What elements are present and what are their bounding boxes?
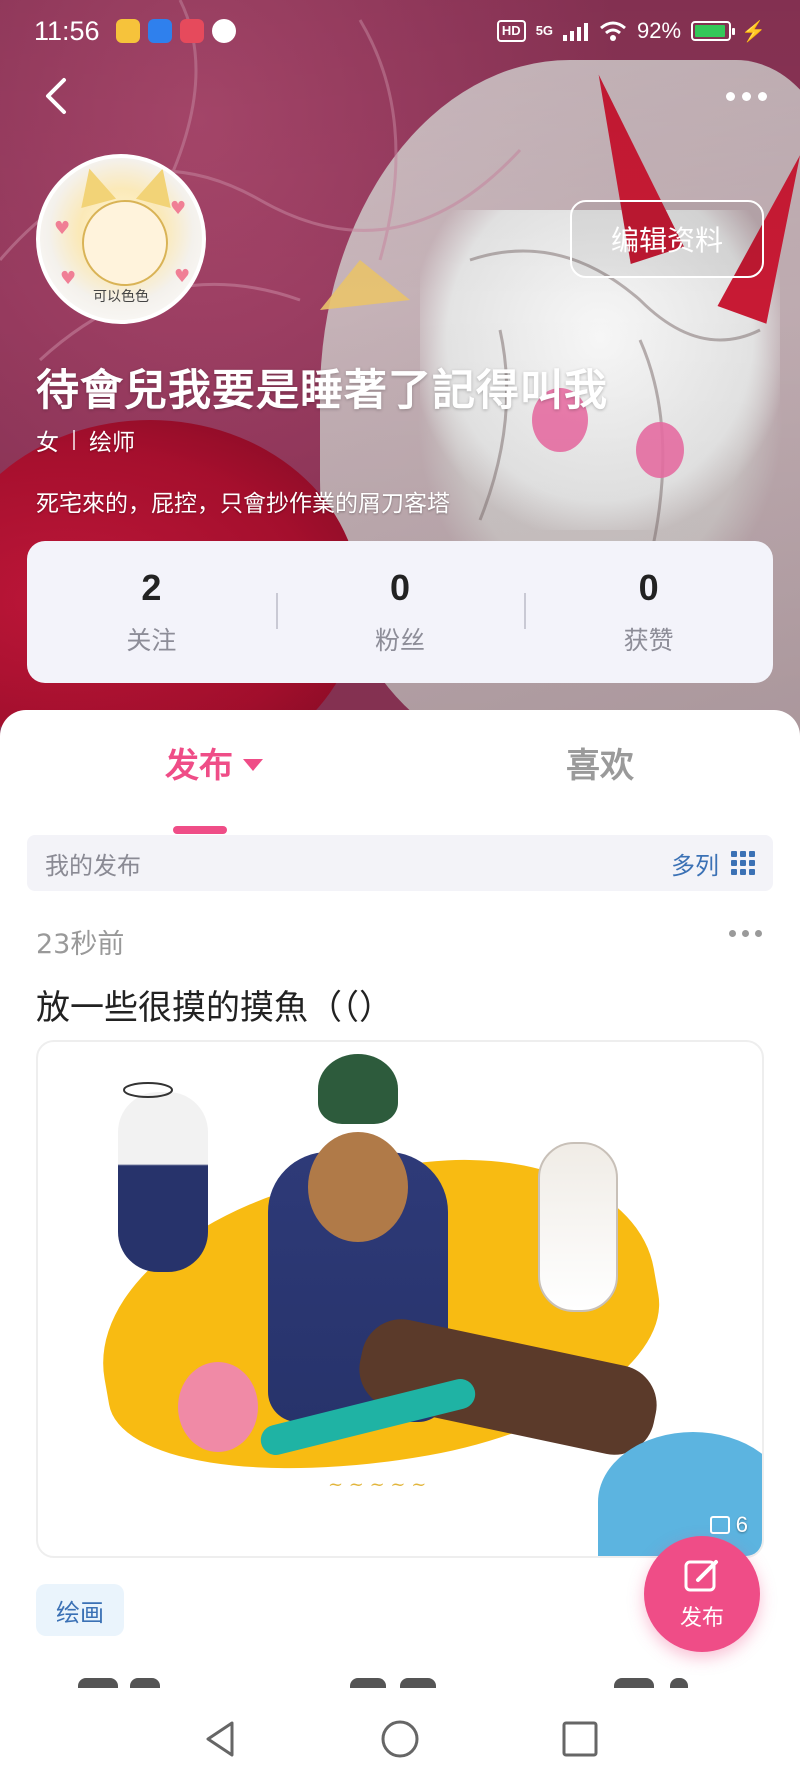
username: 待會兒我要是睡著了記得叫我 xyxy=(36,366,608,416)
post-more-button[interactable] xyxy=(720,918,770,948)
image-stack-icon xyxy=(709,1516,730,1534)
fab-label: 发布 xyxy=(679,1606,724,1631)
square-recents-icon xyxy=(562,1721,598,1757)
posts-filter-bar: 我的发布 多列 xyxy=(27,835,773,891)
tab-posts[interactable]: 发布 xyxy=(165,738,263,787)
stat-likes[interactable]: 0 获赞 xyxy=(524,567,773,657)
tab-label: 喜欢 xyxy=(566,746,634,786)
cellular-signal-icon xyxy=(563,23,589,41)
nav-recents-button[interactable] xyxy=(550,1709,610,1769)
stat-label: 关注 xyxy=(126,626,177,655)
heart-icon: ♥ xyxy=(174,266,191,287)
avatar-caption: 可以色色 xyxy=(93,289,149,305)
view-mode-toggle[interactable]: 多列 xyxy=(671,846,755,881)
profile-tabs: 发布 喜欢 xyxy=(0,738,800,834)
profile-meta: 女 绘师 xyxy=(36,423,135,457)
message-icon xyxy=(211,19,236,43)
stat-label: 获赞 xyxy=(623,626,674,655)
app-notification-icon xyxy=(179,19,204,43)
status-time: 11:56 xyxy=(34,15,100,46)
heart-icon: ♥ xyxy=(54,218,71,239)
role-label: 绘师 xyxy=(89,430,135,456)
edit-icon xyxy=(684,1560,718,1592)
triangle-back-icon xyxy=(206,1721,234,1757)
post-image[interactable]: ~ ~ ~ ~ ~ 6 xyxy=(36,1040,764,1558)
stat-following[interactable]: 2 关注 xyxy=(27,567,276,657)
image-count: 6 xyxy=(735,1512,748,1537)
divider xyxy=(73,430,75,450)
post-title: 放一些很摸的摸魚（（） xyxy=(36,988,393,1028)
back-button[interactable] xyxy=(28,68,84,124)
stat-value: 0 xyxy=(638,567,659,608)
gender-label: 女 xyxy=(36,430,59,456)
notification-icons xyxy=(115,19,236,43)
grid-icon xyxy=(731,851,755,875)
edit-profile-button[interactable]: 编辑资料 xyxy=(570,200,764,278)
more-options-button[interactable] xyxy=(714,68,778,124)
like-icon xyxy=(614,1678,654,1688)
more-dot-icon xyxy=(725,91,735,101)
app-notification-icon xyxy=(147,19,172,43)
chevron-left-icon xyxy=(46,78,66,114)
view-mode-label: 多列 xyxy=(671,851,719,880)
nav-back-button[interactable] xyxy=(190,1709,250,1769)
battery-percent: 92% xyxy=(637,18,682,43)
circle-home-icon xyxy=(381,1720,419,1758)
profile-stats: 2 关注 0 粉丝 0 获赞 xyxy=(27,541,773,683)
stat-value: 0 xyxy=(389,567,411,608)
image-count-badge: 6 xyxy=(709,1512,748,1538)
filter-label: 我的发布 xyxy=(45,851,141,880)
nav-home-button[interactable] xyxy=(370,1709,430,1769)
battery-icon xyxy=(691,21,736,41)
network-label: 5G xyxy=(535,23,554,38)
tab-likes[interactable]: 喜欢 xyxy=(566,738,634,787)
halo-icon xyxy=(123,1082,173,1098)
stat-followers[interactable]: 0 粉丝 xyxy=(275,567,525,657)
charging-icon: ⚡ xyxy=(741,20,766,43)
more-dot-icon xyxy=(728,929,736,937)
stat-value: 2 xyxy=(141,567,162,608)
avatar[interactable]: ♥ ♥ ♥ ♥ 可以色色 xyxy=(36,154,206,324)
heart-icon: ♥ xyxy=(170,198,187,219)
post-timestamp: 23秒前 xyxy=(36,929,125,960)
tab-label: 发布 xyxy=(165,746,233,786)
publish-fab-button[interactable]: 发布 xyxy=(644,1536,760,1652)
artwork-signature: ~ ~ ~ ~ ~ xyxy=(328,1474,427,1495)
hd-icon: HD xyxy=(496,20,526,42)
app-notification-icon xyxy=(115,19,140,43)
share-icon xyxy=(78,1678,118,1688)
post-tag[interactable]: 绘画 xyxy=(36,1584,124,1636)
stat-label: 粉丝 xyxy=(375,626,426,655)
profile-bio: 死宅來的，屁控，只會抄作業的屑刀客塔 xyxy=(36,491,450,517)
system-navigation-bar xyxy=(0,1694,800,1784)
comment-icon xyxy=(350,1678,386,1688)
caret-down-icon xyxy=(243,758,263,771)
status-bar: 11:56 HD 5G 92% ⚡ xyxy=(0,0,800,62)
wifi-icon xyxy=(600,21,627,41)
active-tab-indicator xyxy=(173,826,227,834)
